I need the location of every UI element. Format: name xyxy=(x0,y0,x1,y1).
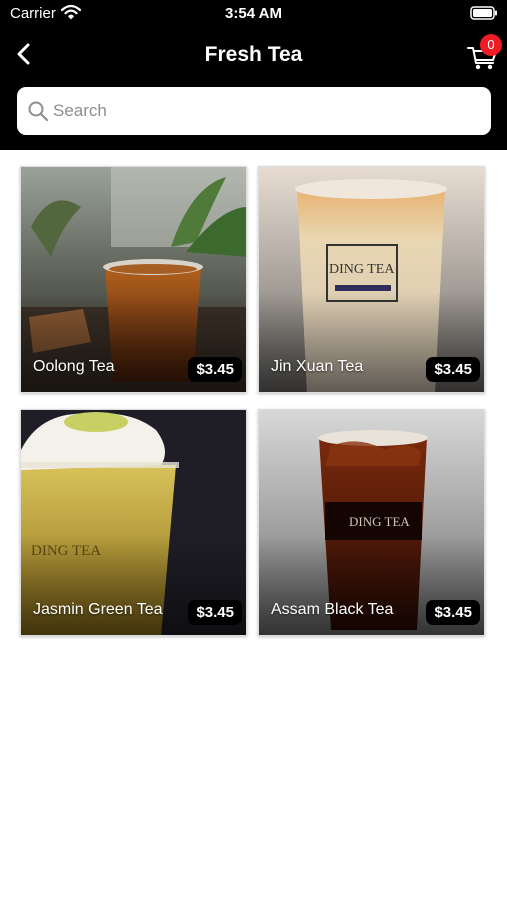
product-name: Jasmin Green Tea xyxy=(33,601,163,618)
product-name: Jin Xuan Tea xyxy=(271,358,364,375)
status-bar: Carrier 3:54 AM xyxy=(0,0,507,28)
page-title: Fresh Tea xyxy=(204,43,303,66)
product-price: $3.45 xyxy=(426,600,480,625)
product-card-jin-xuan-tea[interactable]: DING TEA Jin Xuan Tea $3.45 xyxy=(258,166,485,393)
product-price: $3.45 xyxy=(188,600,242,625)
navigation-bar: Fresh Tea 0 xyxy=(0,28,507,150)
battery-icon xyxy=(470,6,498,25)
product-card-jasmin-green-tea[interactable]: DING TEA Jasmin Green Tea $3.45 xyxy=(20,409,247,636)
product-price: $3.45 xyxy=(426,357,480,382)
product-card-oolong-tea[interactable]: Oolong Tea $3.45 xyxy=(20,166,247,393)
product-name: Assam Black Tea xyxy=(271,601,394,618)
search-bar[interactable] xyxy=(17,87,491,135)
search-icon xyxy=(27,100,49,127)
search-input[interactable] xyxy=(53,87,483,135)
cart-count-badge: 0 xyxy=(480,34,502,56)
status-time: 3:54 AM xyxy=(225,5,282,22)
product-price: $3.45 xyxy=(188,357,242,382)
product-card-assam-black-tea[interactable]: DING TEA Assam Black Tea $3.45 xyxy=(258,409,485,636)
product-name: Oolong Tea xyxy=(33,358,115,375)
